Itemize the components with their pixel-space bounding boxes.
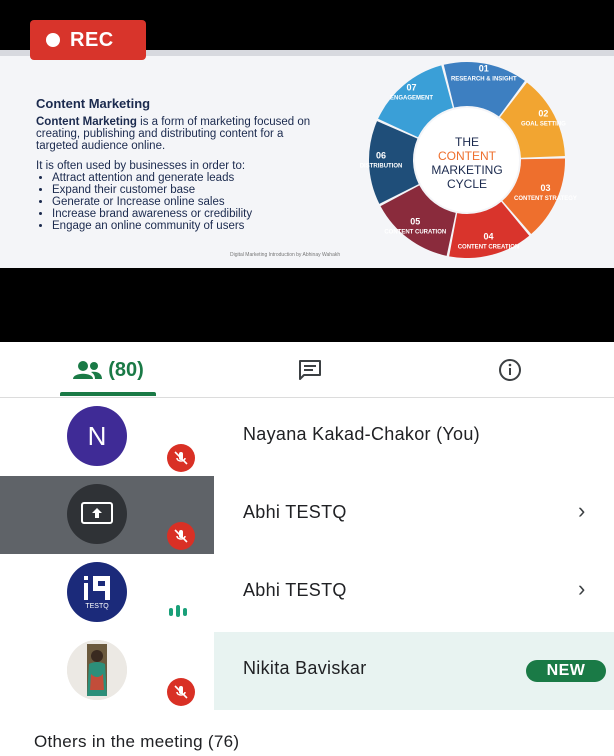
cycle-segment-number: 04: [483, 231, 493, 241]
chevron-right-icon[interactable]: ›: [578, 498, 585, 524]
slide-footer: Digital Marketing Introduction by Abhina…: [230, 252, 341, 258]
cycle-segment-number: 07: [407, 82, 417, 92]
cycle-segment-title: CONTENT CREATION: [458, 244, 520, 250]
presentation-slide: Content Marketing Content Marketing is a…: [0, 50, 614, 268]
cycle-center-line: CONTENT: [438, 149, 497, 163]
cycle-center-line: THE: [455, 135, 479, 149]
cycle-segment-title: CONTENT CURATION: [384, 230, 446, 236]
slide-title: Content Marketing: [36, 96, 151, 111]
meeting-tabs: (80): [0, 342, 614, 398]
participant-name: Nayana Kakad-Chakor (You): [243, 424, 480, 444]
info-icon: [499, 359, 521, 381]
presenting-icon: [81, 502, 113, 524]
tab-chat[interactable]: [270, 342, 350, 398]
avatar: [67, 484, 127, 544]
slide-intro-bold: Content Marketing: [36, 116, 137, 128]
cycle-segment-number: 03: [540, 183, 550, 193]
slide-intro: Content Marketing is a form of marketing…: [36, 116, 316, 152]
slide-bullet: Attract attention and generate leads: [52, 172, 316, 184]
cycle-segment-number: 06: [376, 150, 386, 160]
testq-logo-icon: [84, 576, 110, 600]
tab-people[interactable]: (80): [28, 342, 188, 398]
others-section-heading: Others in the meeting (76): [34, 732, 240, 751]
avatar-area: N: [0, 398, 214, 476]
cycle-center-line: CYCLE: [447, 177, 487, 191]
avatar-area: [0, 476, 214, 554]
cycle-segment-title: DISTRIBUTION: [360, 163, 403, 169]
record-dot-icon: [46, 33, 60, 47]
avatar-area: TESTQ: [0, 554, 214, 632]
chat-icon: [299, 360, 321, 380]
slide-used-by: It is often used by businesses in order …: [36, 160, 246, 172]
slide-bullet: Increase brand awareness or credibility: [52, 208, 316, 220]
recording-indicator: REC: [30, 20, 146, 60]
avatar-photo: [67, 640, 127, 700]
participant-row[interactable]: Abhi TESTQ ›: [0, 476, 614, 554]
participant-name: Abhi TESTQ: [243, 580, 347, 600]
slide-bullet: Generate or Increase online sales: [52, 196, 316, 208]
video-letterbox: [0, 268, 614, 342]
participant-name: Nikita Baviskar: [243, 658, 367, 678]
cycle-segment-title: ENGAGEMENT: [390, 95, 433, 101]
content-marketing-cycle-diagram: 01 RESEARCH & INSIGHT 02 GOAL SETTING 03 CONT…: [360, 62, 577, 258]
avatar-area: [0, 632, 214, 710]
people-icon: [73, 361, 103, 379]
mic-muted-icon: [167, 678, 195, 706]
people-count: (80): [108, 358, 144, 381]
slide-bullet: Engage an online community of users: [52, 220, 316, 232]
tab-info[interactable]: [470, 342, 550, 398]
slide-bullets: Attract attention and generate leads Exp…: [36, 172, 316, 232]
mic-muted-icon: [167, 522, 195, 550]
participant-row[interactable]: TESTQ Abhi TESTQ ›: [0, 554, 614, 632]
slide-bullet: Expand their customer base: [52, 184, 316, 196]
participant-row[interactable]: Nikita Baviskar NEW: [0, 632, 614, 710]
recording-label: REC: [70, 28, 114, 51]
avatar: TESTQ: [67, 562, 127, 622]
mic-muted-icon: [167, 444, 195, 472]
person-photo-icon: [67, 640, 127, 700]
cycle-center-line: MARKETING: [431, 163, 502, 177]
avatar-letter: N: [87, 420, 107, 451]
cycle-segment-number: 05: [410, 217, 420, 227]
chevron-right-icon[interactable]: ›: [578, 576, 585, 602]
new-badge: NEW: [526, 660, 606, 682]
slide-body: Content Marketing is a form of marketing…: [36, 116, 316, 232]
cycle-segment-title: CONTENT STRATEGY: [514, 196, 577, 202]
participant-name: Abhi TESTQ: [243, 502, 347, 522]
cycle-segment-number: 02: [538, 109, 548, 119]
logo-caption: TESTQ: [85, 603, 109, 610]
cycle-segment-number: 01: [479, 64, 489, 74]
active-tab-indicator: [60, 392, 156, 396]
participant-row[interactable]: N Nayana Kakad-Chakor (You): [0, 398, 614, 476]
speaking-indicator-icon: [168, 604, 190, 618]
avatar: N: [67, 406, 127, 466]
cycle-segment-title: GOAL SETTING: [521, 122, 566, 128]
cycle-segment-title: RESEARCH & INSIGHT: [451, 77, 517, 83]
